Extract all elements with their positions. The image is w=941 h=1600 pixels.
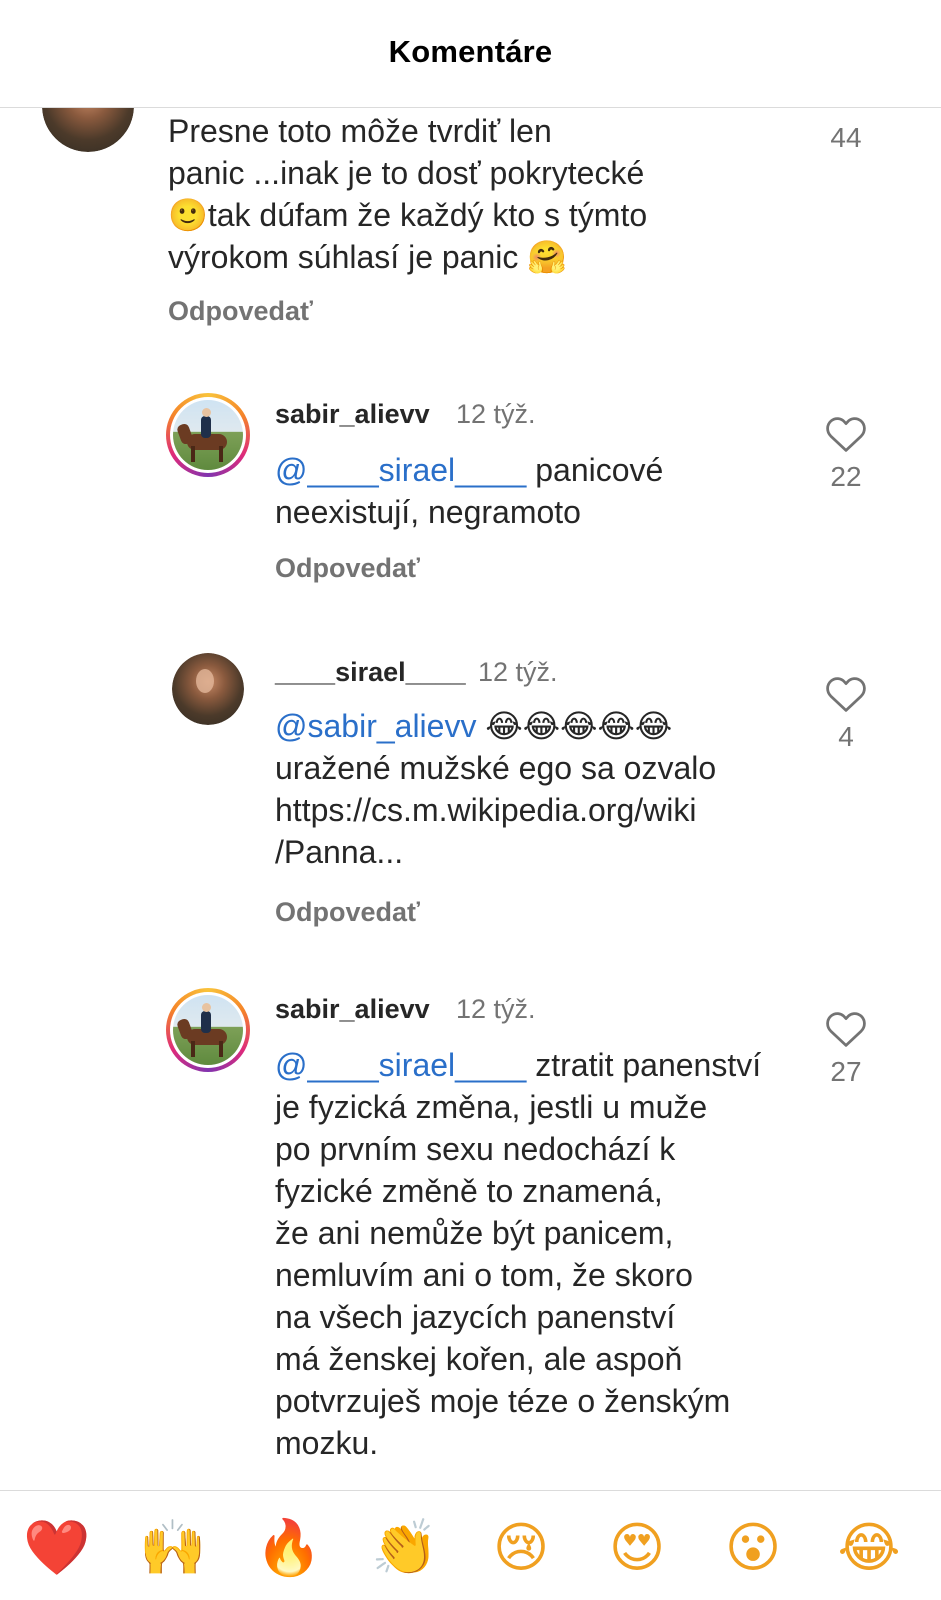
comment-item: sabir_alievv 12 týž. @____sirael____ pan… (0, 393, 941, 613)
heart-eyes-emoji-button[interactable]: 😍 (602, 1513, 672, 1583)
comment-text: Presne toto môže tvrdiť len panic ...ina… (168, 113, 648, 275)
raising-hands-icon: 🙌 (139, 1516, 207, 1579)
fire-icon: 🔥 (255, 1516, 323, 1579)
heart-icon (826, 677, 866, 712)
heart-eyes-icon: 😍 (608, 1516, 666, 1579)
comment-username[interactable]: sabir_alievv (275, 994, 430, 1025)
heart-icon (826, 417, 866, 452)
comment-item: sabir_alievv 12 týž. @____sirael____ ztr… (0, 988, 941, 1490)
avatar[interactable] (166, 988, 250, 1072)
comment-username[interactable]: sabir_alievv (275, 399, 430, 430)
surprised-face-icon: 😮 (724, 1516, 782, 1579)
comment-text: @____sirael____ panicové neexistují, neg… (275, 452, 664, 530)
like-count: 4 (838, 721, 854, 752)
like-count: 22 (830, 461, 862, 492)
reply-button[interactable]: Odpovedať (275, 553, 420, 584)
like-button[interactable]: 22 (816, 415, 876, 493)
mention-link[interactable]: @sabir_alievv (275, 708, 476, 744)
emoji-reaction-bar: ❤️ 🙌 🔥 👏 😢 😍 😮 😂 (0, 1490, 941, 1600)
comment-item: ____sirael____ 12 týž. @sabir_alievv 😂😂😂… (0, 653, 941, 973)
like-button[interactable]: 27 (816, 1010, 876, 1088)
like-button[interactable]: 4 (816, 675, 876, 753)
laughing-emoji-button[interactable]: 😂 (834, 1513, 904, 1583)
comment-time: 12 týž. (456, 399, 536, 429)
comment-username[interactable]: ____sirael____ (275, 657, 466, 688)
page-title: Komentáre (388, 33, 553, 69)
crying-emoji-button[interactable]: 😢 (486, 1513, 556, 1583)
clapping-emoji-button[interactable]: 👏 (370, 1513, 440, 1583)
comment-item: Presne toto môže tvrdiť len panic ...ina… (0, 108, 941, 348)
comment-text: @____sirael____ ztratit panenství je fyz… (275, 1047, 762, 1461)
avatar[interactable] (166, 393, 250, 477)
like-count: 27 (830, 1056, 862, 1087)
comments-header: Komentáre (0, 0, 941, 108)
avatar[interactable] (172, 653, 244, 725)
comment-time: 12 týž. (456, 994, 536, 1024)
like-button[interactable]: 44 (816, 108, 876, 154)
comment-text: @sabir_alievv 😂😂😂😂😂 uražené mužské ego s… (275, 708, 717, 870)
mention-link[interactable]: @____sirael____ (275, 1047, 526, 1083)
reply-button[interactable]: Odpovedať (275, 897, 420, 928)
red-heart-icon: ❤️ (23, 1516, 91, 1579)
comment-time: 12 týž. (478, 657, 558, 687)
clapping-hands-icon: 👏 (371, 1516, 439, 1579)
avatar[interactable] (42, 108, 134, 152)
reply-button[interactable]: Odpovedať (168, 296, 313, 327)
crying-face-icon: 😢 (492, 1516, 550, 1579)
like-count: 44 (830, 122, 862, 153)
tears-of-joy-icon: 😂 (837, 1516, 901, 1579)
comments-list[interactable]: Presne toto môže tvrdiť len panic ...ina… (0, 108, 941, 1490)
heart-emoji-button[interactable]: ❤️ (22, 1513, 92, 1583)
heart-icon (826, 1012, 866, 1047)
raising-hands-emoji-button[interactable]: 🙌 (138, 1513, 208, 1583)
fire-emoji-button[interactable]: 🔥 (254, 1513, 324, 1583)
surprised-emoji-button[interactable]: 😮 (718, 1513, 788, 1583)
mention-link[interactable]: @____sirael____ (275, 452, 526, 488)
